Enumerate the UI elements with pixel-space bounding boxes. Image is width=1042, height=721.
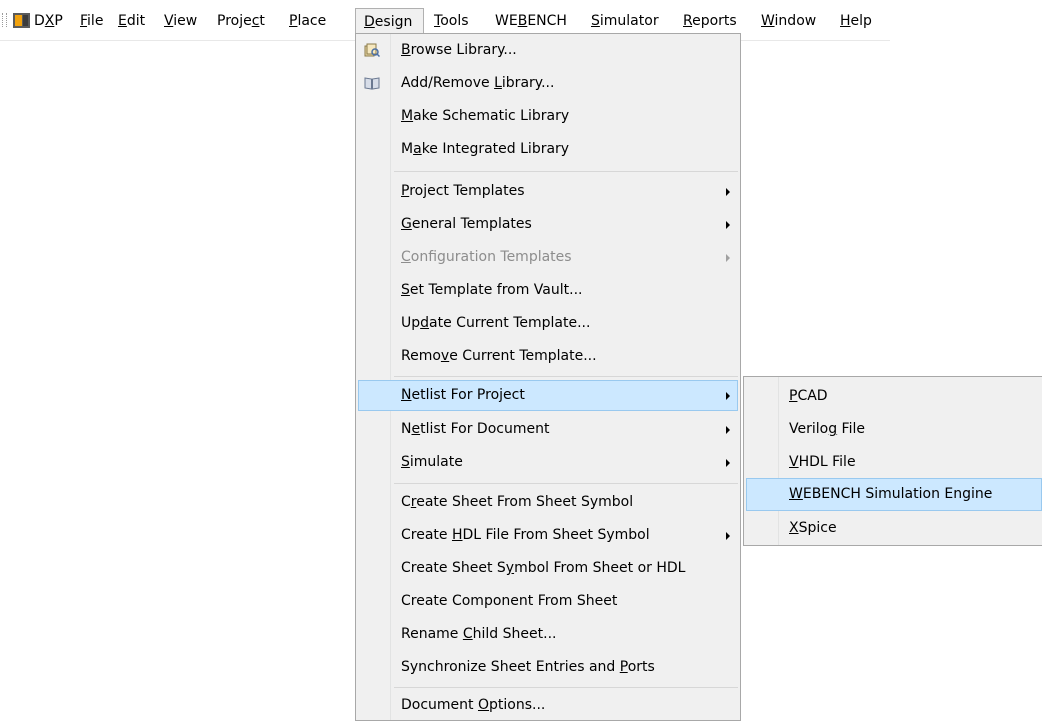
menu-item-create-component-from-sheet[interactable]: Create Component From Sheet (358, 586, 738, 617)
menu-separator (394, 687, 738, 688)
submenu-item-pcad[interactable]: PCAD (746, 380, 1042, 413)
menu-item-rename-child-sheet[interactable]: Rename Child Sheet... (358, 619, 738, 650)
menu-item-netlist-for-project[interactable]: Netlist For Project (358, 380, 738, 411)
menu-item-general-templates[interactable]: General Templates (358, 209, 738, 240)
submenu-arrow-icon (726, 221, 730, 229)
menu-separator (394, 376, 738, 377)
menu-item-browse-library[interactable]: Browse Library... (358, 35, 738, 66)
submenu-arrow-icon (726, 532, 730, 540)
menu-item-add-remove-library[interactable]: Add/Remove Library... (358, 68, 738, 99)
menu-separator (394, 483, 738, 484)
menu-project[interactable]: Project (217, 10, 265, 32)
menu-window[interactable]: Window (761, 10, 816, 32)
library-book-icon (364, 77, 380, 90)
menu-webench[interactable]: WEBENCH (495, 10, 567, 32)
menu-help[interactable]: Help (840, 10, 872, 32)
menu-item-project-templates[interactable]: Project Templates (358, 176, 738, 207)
menu-design[interactable]: Design (355, 8, 424, 34)
menu-place[interactable]: Place (289, 10, 326, 32)
menu-item-netlist-for-document[interactable]: Netlist For Document (358, 414, 738, 445)
design-menu: Browse Library... Add/Remove Library... … (355, 33, 741, 721)
menu-item-create-hdl-file-from-sheet-symbol[interactable]: Create HDL File From Sheet Symbol (358, 520, 738, 551)
menu-item-set-template-from-vault[interactable]: Set Template from Vault... (358, 275, 738, 306)
menu-item-synchronize-sheet-entries-and-ports[interactable]: Synchronize Sheet Entries and Ports (358, 652, 738, 683)
menu-item-make-integrated-library[interactable]: Make Integrated Library (358, 134, 738, 165)
menu-separator (394, 171, 738, 172)
browse-library-icon (364, 43, 380, 57)
submenu-item-xspice[interactable]: XSpice (746, 512, 1042, 545)
menu-item-create-sheet-from-sheet-symbol[interactable]: Create Sheet From Sheet Symbol (358, 487, 738, 518)
submenu-item-webench-simulation-engine[interactable]: WEBENCH Simulation Engine (746, 478, 1042, 511)
submenu-arrow-icon (726, 188, 730, 196)
menu-tools[interactable]: Tools (434, 10, 469, 32)
submenu-arrow-icon (726, 426, 730, 434)
menu-item-update-current-template[interactable]: Update Current Template... (358, 308, 738, 339)
menu-view[interactable]: View (164, 10, 197, 32)
submenu-arrow-icon (726, 459, 730, 467)
menu-item-configuration-templates: Configuration Templates (358, 242, 738, 273)
menu-item-simulate[interactable]: Simulate (358, 447, 738, 478)
toolbar-grip[interactable] (2, 13, 7, 27)
menu-dxp[interactable]: DXP (34, 10, 63, 32)
dxp-logo-icon (13, 13, 30, 28)
menu-item-make-schematic-library[interactable]: Make Schematic Library (358, 101, 738, 132)
submenu-item-verilog-file[interactable]: Verilog File (746, 413, 1042, 446)
menu-edit[interactable]: Edit (118, 10, 145, 32)
menu-item-create-sheet-symbol-from-sheet-or-hdl[interactable]: Create Sheet Symbol From Sheet or HDL (358, 553, 738, 584)
submenu-arrow-icon (726, 392, 730, 400)
netlist-for-project-submenu: PCAD Verilog File VHDL File WEBENCH Simu… (743, 376, 1042, 546)
submenu-item-vhdl-file[interactable]: VHDL File (746, 446, 1042, 479)
menu-item-document-options[interactable]: Document Options... (358, 690, 738, 721)
menu-reports[interactable]: Reports (683, 10, 737, 32)
menu-item-remove-current-template[interactable]: Remove Current Template... (358, 341, 738, 372)
menu-simulator[interactable]: Simulator (591, 10, 659, 32)
submenu-arrow-icon (726, 254, 730, 262)
menu-file[interactable]: File (80, 10, 103, 32)
